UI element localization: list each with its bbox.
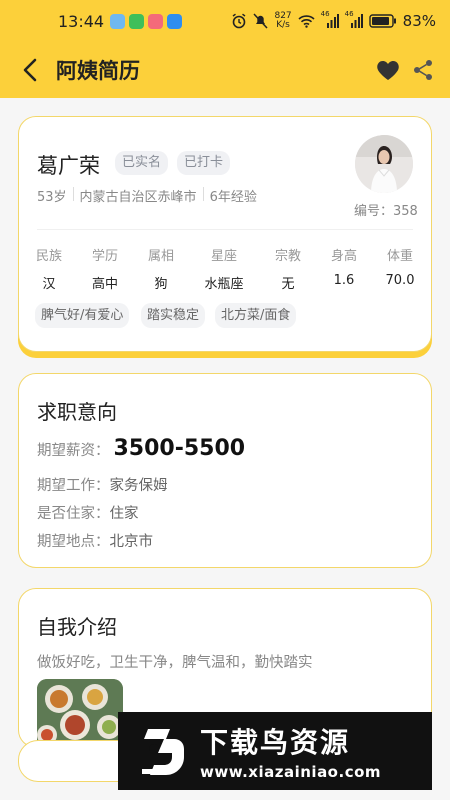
section-title: 求职意向: [37, 400, 117, 424]
food-photo[interactable]: [37, 679, 123, 749]
food-photo-image: [37, 679, 123, 749]
verified-badge: 已实名: [115, 151, 169, 175]
experience: 6年经验: [209, 190, 257, 205]
page-title: 阿姨简历: [56, 59, 140, 83]
attr-education: 学历 高中: [77, 245, 133, 292]
serial-number: 编号：358: [354, 204, 418, 219]
mute-icon: [253, 13, 269, 29]
salary-row: 期望薪资： 3500-5500: [37, 436, 245, 461]
divider: [72, 187, 74, 201]
attr-value: 无: [281, 277, 295, 292]
location-row: 期望地点：北京市: [37, 530, 153, 551]
profile-meta: 53岁 内蒙古自治区赤峰市 6年经验: [37, 186, 257, 205]
net-speed-unit: K/s: [276, 20, 290, 30]
attr-value: 水瓶座: [204, 277, 244, 292]
salary-value: 3500-5500: [113, 436, 246, 461]
attr-religion: 宗教 无: [260, 245, 316, 292]
location-value: 北京市: [109, 534, 154, 550]
back-button[interactable]: [6, 42, 54, 98]
attr-label: 宗教: [274, 249, 301, 264]
avatar-photo: [355, 135, 413, 193]
attr-height: 身高 1.6: [316, 245, 372, 288]
battery-percent: 83%: [402, 12, 436, 30]
divider: [37, 229, 413, 230]
checkin-badge: 已打卡: [177, 151, 231, 175]
attr-value: 汉: [42, 277, 56, 292]
caregiver-name: 葛广荣: [37, 154, 100, 178]
attr-label: 民族: [35, 249, 62, 264]
top-bar: 13:44 827 K/s 46 46 83% 阿姨简历: [0, 0, 450, 98]
attr-zodiac: 属相 狗: [133, 245, 189, 292]
trait-tag: 北方菜/面食: [215, 303, 297, 328]
watermark-url: www.xiazainiao.com: [200, 763, 382, 781]
attr-label: 星座: [210, 249, 237, 264]
attr-label: 属相: [147, 249, 174, 264]
location-label: 期望地点：: [37, 534, 110, 550]
attr-value: 狗: [154, 277, 168, 292]
status-time: 13:44: [58, 11, 105, 31]
battery-icon: [368, 14, 396, 28]
attr-value: 1.6: [333, 273, 355, 288]
bird-logo-icon: [142, 729, 184, 775]
job-label: 期望工作：: [37, 478, 110, 494]
attr-value: 70.0: [385, 273, 415, 288]
signal-icon: 46: [345, 10, 363, 28]
attr-label: 学历: [91, 249, 118, 264]
app-notification-icon: [110, 13, 126, 29]
net-speed: 827 K/s: [274, 12, 291, 30]
watermark: 下载鸟资源 www.xiazainiao.com: [118, 712, 432, 790]
intro-text: 做饭好吃，卫生干净，脾气温和，勤快踏实: [37, 655, 313, 671]
job-intent-card: 求职意向 期望薪资： 3500-5500 期望工作：家务保姆 是否住家：住家 期望…: [18, 373, 432, 568]
avatar[interactable]: [355, 135, 413, 193]
app-notification-icon: [148, 13, 164, 29]
status-right: 827 K/s 46 46 83%: [231, 10, 436, 30]
age: 53岁: [37, 190, 67, 205]
trait-tag: 踏实稳定: [141, 303, 206, 328]
origin: 内蒙古自治区赤峰市: [79, 190, 197, 205]
salary-label: 期望薪资：: [37, 443, 110, 459]
favorite-heart-icon[interactable]: [376, 59, 400, 81]
watermark-text: 下载鸟资源 www.xiazainiao.com: [200, 721, 381, 781]
live-in-value: 住家: [109, 506, 139, 522]
share-icon[interactable]: [412, 59, 434, 81]
app-notification-icon: [129, 13, 145, 29]
watermark-title: 下载鸟资源: [200, 726, 351, 759]
trait-tag: 脾气好/有爱心: [35, 303, 130, 328]
live-in-row: 是否住家：住家: [37, 502, 139, 523]
job-row: 期望工作：家务保姆: [37, 474, 168, 495]
attr-ethnicity: 民族 汉: [21, 245, 77, 292]
alarm-icon: [233, 13, 246, 29]
wifi-icon: [298, 15, 315, 28]
attr-constellation: 星座 水瓶座: [196, 245, 252, 292]
section-title: 自我介绍: [37, 615, 117, 639]
live-in-label: 是否住家：: [37, 506, 110, 522]
attr-label: 体重: [386, 249, 413, 264]
title-actions: [376, 59, 450, 81]
job-value: 家务保姆: [109, 478, 168, 494]
attr-value: 高中: [91, 277, 118, 292]
attr-label: 身高: [330, 249, 357, 264]
title-bar: 阿姨简历: [0, 42, 450, 98]
app-notification-icon: [167, 13, 183, 29]
chevron-left-icon: [23, 58, 37, 82]
divider: [202, 187, 204, 201]
attr-weight: 体重 70.0: [372, 245, 428, 288]
status-bar: 13:44 827 K/s 46 46 83%: [0, 0, 450, 42]
profile-card: 葛广荣 已实名 已打卡 53岁 内蒙古自治区赤峰市 6年经验 编号：358 民族…: [18, 116, 432, 352]
signal-icon: 46: [321, 10, 339, 28]
